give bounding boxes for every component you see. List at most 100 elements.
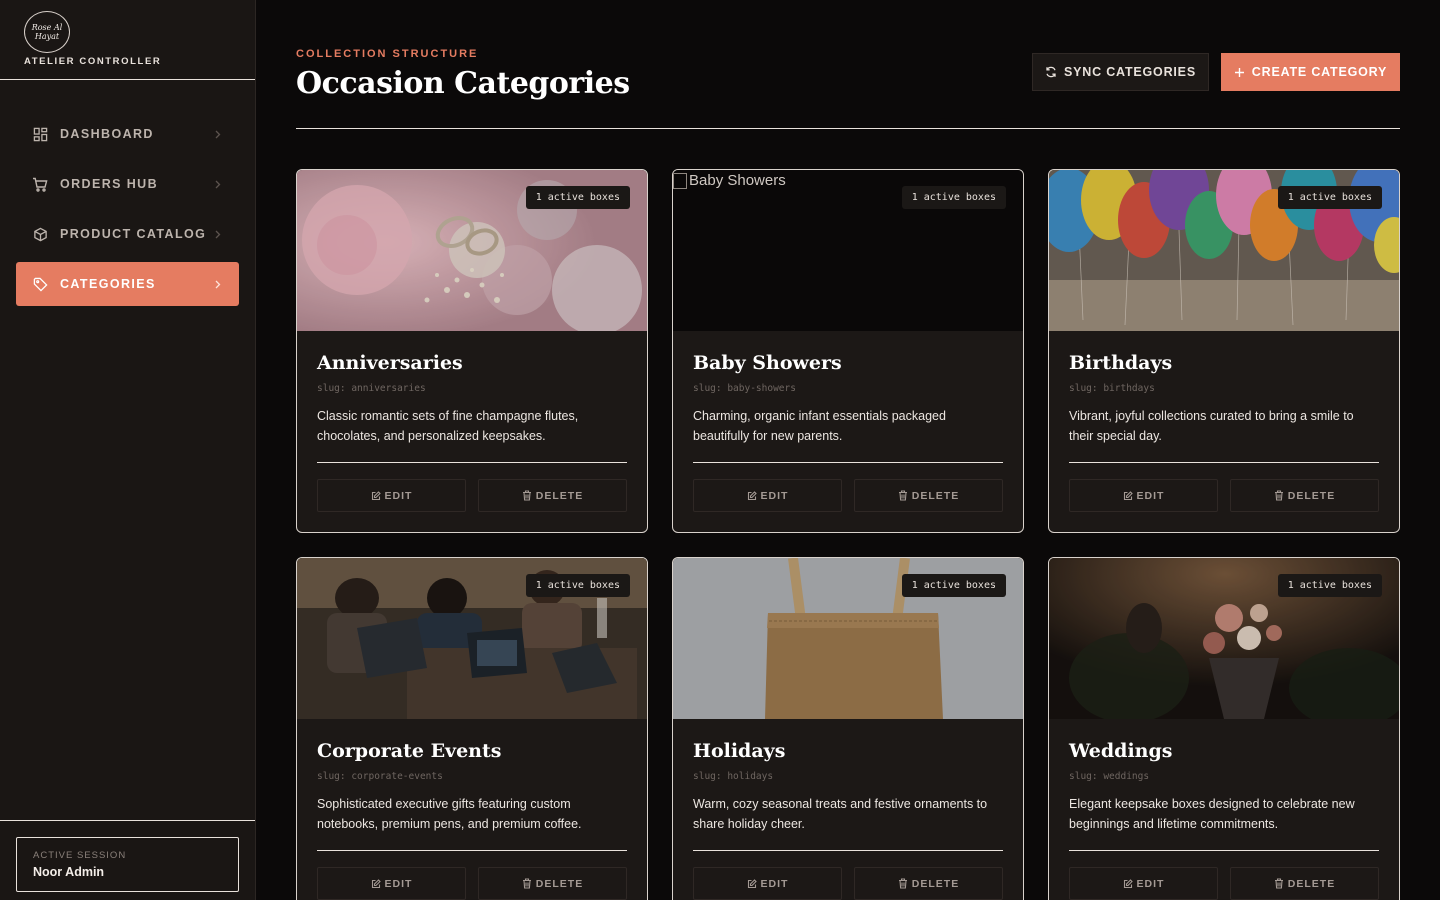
delete-button[interactable]: DELETE bbox=[1230, 867, 1379, 900]
delete-button[interactable]: DELETE bbox=[478, 867, 627, 900]
dashboard-grid-icon bbox=[32, 126, 48, 142]
sidebar-item-label: DASHBOARD bbox=[60, 127, 154, 141]
category-image-balloons: 1 active boxes bbox=[1049, 170, 1399, 331]
edit-icon bbox=[371, 490, 381, 501]
delete-button[interactable]: DELETE bbox=[854, 479, 1003, 512]
category-description: Warm, cozy seasonal treats and festive o… bbox=[693, 797, 988, 831]
session-label: ACTIVE SESSION bbox=[33, 850, 127, 861]
category-card-corporate-events: 1 active boxes Corporate Events slug: co… bbox=[296, 557, 648, 900]
sidebar-item-orders-hub[interactable]: ORDERS HUB bbox=[16, 162, 239, 206]
sidebar: Rose Al Hayat ATELIER CONTROLLER DASHBOA… bbox=[0, 0, 256, 900]
category-title: Anniversaries bbox=[317, 352, 463, 374]
edit-icon bbox=[371, 878, 381, 889]
brand-logo[interactable]: Rose Al Hayat bbox=[24, 11, 70, 53]
category-slug: slug: birthdays bbox=[1069, 383, 1155, 394]
sidebar-item-product-catalog[interactable]: PRODUCT CATALOG bbox=[16, 212, 239, 256]
delete-label: DELETE bbox=[911, 877, 960, 890]
category-title: Holidays bbox=[693, 740, 786, 762]
card-divider bbox=[317, 462, 627, 463]
trash-icon bbox=[1274, 490, 1284, 501]
broken-image-placeholder: Baby Showers bbox=[673, 172, 786, 189]
category-slug: slug: corporate-events bbox=[317, 771, 443, 782]
category-image-laptops: 1 active boxes bbox=[297, 558, 647, 719]
sync-categories-label: SYNC CATEGORIES bbox=[1064, 65, 1196, 79]
delete-label: DELETE bbox=[1287, 489, 1336, 502]
brand-header: Rose Al Hayat ATELIER CONTROLLER bbox=[0, 0, 255, 80]
edit-label: EDIT bbox=[384, 877, 413, 890]
category-title: Baby Showers bbox=[693, 352, 842, 374]
session-user-name: Noor Admin bbox=[33, 865, 105, 879]
category-slug: slug: anniversaries bbox=[317, 383, 426, 394]
category-description: Vibrant, joyful collections curated to b… bbox=[1069, 409, 1354, 443]
sidebar-item-dashboard[interactable]: DASHBOARD bbox=[16, 112, 239, 156]
sidebar-item-label: PRODUCT CATALOG bbox=[60, 227, 207, 241]
category-image-tote-bag: 1 active boxes bbox=[673, 558, 1023, 719]
edit-label: EDIT bbox=[760, 489, 789, 502]
plus-icon bbox=[1234, 67, 1245, 78]
delete-button[interactable]: DELETE bbox=[854, 867, 1003, 900]
chevron-right-icon bbox=[213, 129, 223, 139]
edit-button[interactable]: EDIT bbox=[693, 867, 842, 900]
active-boxes-badge: 1 active boxes bbox=[1277, 186, 1382, 209]
card-divider bbox=[1069, 850, 1379, 851]
edit-button[interactable]: EDIT bbox=[1069, 479, 1218, 512]
card-divider bbox=[693, 462, 1003, 463]
trash-icon bbox=[522, 490, 532, 501]
chevron-right-icon bbox=[213, 179, 223, 189]
category-slug: slug: weddings bbox=[1069, 771, 1150, 782]
category-image-rings: 1 active boxes bbox=[297, 170, 647, 331]
edit-button[interactable]: EDIT bbox=[317, 479, 466, 512]
edit-label: EDIT bbox=[1136, 877, 1165, 890]
category-card-baby-showers: Baby Showers 1 active boxes Baby Showers… bbox=[672, 169, 1024, 533]
edit-label: EDIT bbox=[760, 877, 789, 890]
delete-label: DELETE bbox=[535, 489, 584, 502]
create-category-label: CREATE CATEGORY bbox=[1251, 65, 1388, 79]
trash-icon bbox=[1274, 878, 1284, 889]
edit-icon bbox=[747, 490, 757, 501]
session-panel: ACTIVE SESSION Noor Admin bbox=[0, 820, 255, 900]
category-image-bouquet: 1 active boxes bbox=[1049, 558, 1399, 719]
sync-categories-button[interactable]: SYNC CATEGORIES bbox=[1032, 53, 1209, 91]
category-image-broken: Baby Showers 1 active boxes bbox=[673, 170, 1023, 331]
delete-label: DELETE bbox=[535, 877, 584, 890]
sidebar-item-label: ORDERS HUB bbox=[60, 177, 159, 191]
category-description: Charming, organic infant essentials pack… bbox=[693, 409, 946, 443]
category-slug: slug: holidays bbox=[693, 771, 774, 782]
card-divider bbox=[693, 850, 1003, 851]
edit-button[interactable]: EDIT bbox=[317, 867, 466, 900]
category-title: Birthdays bbox=[1069, 352, 1173, 374]
category-card-birthdays: 1 active boxes Birthdays slug: birthdays… bbox=[1048, 169, 1400, 533]
edit-button[interactable]: EDIT bbox=[1069, 867, 1218, 900]
trash-icon bbox=[898, 878, 908, 889]
page-title: Occasion Categories bbox=[296, 66, 630, 101]
active-session-card[interactable]: ACTIVE SESSION Noor Admin bbox=[16, 837, 239, 892]
page-eyebrow: COLLECTION STRUCTURE bbox=[296, 48, 479, 60]
delete-button[interactable]: DELETE bbox=[478, 479, 627, 512]
sidebar-item-categories[interactable]: CATEGORIES bbox=[16, 262, 239, 306]
image-alt-text: Baby Showers bbox=[689, 172, 786, 189]
chevron-right-icon bbox=[213, 229, 223, 239]
trash-icon bbox=[898, 490, 908, 501]
tag-icon bbox=[32, 276, 48, 292]
create-category-button[interactable]: CREATE CATEGORY bbox=[1221, 53, 1400, 91]
category-grid: 1 active boxes Anniversaries slug: anniv… bbox=[296, 169, 1400, 900]
category-card-anniversaries: 1 active boxes Anniversaries slug: anniv… bbox=[296, 169, 648, 533]
category-card-weddings: 1 active boxes Weddings slug: weddings E… bbox=[1048, 557, 1400, 900]
trash-icon bbox=[522, 878, 532, 889]
header-divider bbox=[296, 128, 1400, 129]
logo-wordmark: Rose Al Hayat bbox=[31, 23, 63, 41]
category-description: Classic romantic sets of fine champagne … bbox=[317, 409, 579, 443]
edit-button[interactable]: EDIT bbox=[693, 479, 842, 512]
chevron-right-icon bbox=[213, 279, 223, 289]
edit-icon bbox=[1123, 490, 1133, 501]
active-boxes-badge: 1 active boxes bbox=[1277, 574, 1382, 597]
active-boxes-badge: 1 active boxes bbox=[525, 186, 630, 209]
brand-subtitle: ATELIER CONTROLLER bbox=[24, 56, 162, 67]
delete-button[interactable]: DELETE bbox=[1230, 479, 1379, 512]
cart-icon bbox=[32, 176, 48, 192]
edit-label: EDIT bbox=[384, 489, 413, 502]
sidebar-nav: DASHBOARD ORDERS HUB PRODUCT CATALOG CAT… bbox=[16, 112, 239, 312]
active-boxes-badge: 1 active boxes bbox=[901, 186, 1006, 209]
delete-label: DELETE bbox=[911, 489, 960, 502]
active-boxes-badge: 1 active boxes bbox=[525, 574, 630, 597]
